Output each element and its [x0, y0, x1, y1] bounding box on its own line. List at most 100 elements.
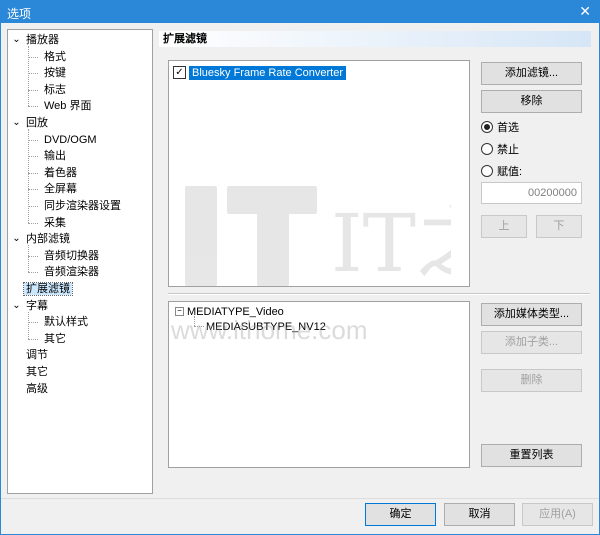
tree-item[interactable]: 全屏幕	[42, 181, 79, 197]
filter-list[interactable]: ✓ Bluesky Frame Rate Converter	[168, 60, 470, 287]
tree-item-label: 其它	[26, 366, 48, 378]
tree-line	[28, 73, 38, 75]
tree-item-label: 采集	[44, 216, 66, 229]
tree-item-label: Web 界面	[44, 100, 92, 113]
tree-item[interactable]: DVD/OGM	[42, 132, 99, 148]
tree-line	[28, 338, 38, 340]
radio-block-label: 禁止	[497, 144, 519, 156]
add-filter-button[interactable]: 添加滤镜...	[481, 62, 582, 85]
radio-prefer-dot[interactable]	[481, 121, 493, 134]
tree-item[interactable]: 格式	[42, 49, 68, 65]
tree-item-label: 音频渲染器	[44, 266, 99, 279]
tree-item[interactable]: 默认样式	[42, 314, 90, 330]
tree-item[interactable]: 输出	[42, 148, 68, 164]
expand-chevron-icon[interactable]: ⌄	[12, 300, 21, 310]
media-type-label: MEDIATYPE_Video	[187, 306, 284, 318]
tree-line	[28, 311, 29, 339]
filter-label: Bluesky Frame Rate Converter	[189, 66, 346, 80]
radio-block[interactable]: 禁止	[481, 142, 519, 158]
tree-item[interactable]: 同步渲染器设置	[42, 198, 123, 214]
tree-item[interactable]: 音频渲染器	[42, 264, 101, 280]
tree-line	[194, 326, 204, 327]
collapse-icon[interactable]: −	[175, 306, 184, 316]
expand-chevron-icon[interactable]: ⌄	[12, 118, 21, 128]
tree-item-label: 默认样式	[44, 316, 88, 329]
footer-divider	[1, 498, 599, 499]
close-icon[interactable]: ✕	[579, 3, 591, 20]
divider	[168, 293, 590, 295]
tree-item-label: 按键	[44, 67, 66, 80]
tree-item-label: 格式	[44, 50, 66, 63]
cancel-button[interactable]: 取消	[444, 503, 515, 526]
merit-value-field[interactable]: 00200000	[481, 182, 582, 204]
tree-item[interactable]: 其它	[42, 331, 68, 347]
apply-button[interactable]: 应用(A)	[522, 503, 593, 526]
tree-item[interactable]: 音频切换器	[42, 248, 101, 264]
tree-item[interactable]: 其它	[24, 364, 50, 380]
delete-button[interactable]: 删除	[481, 369, 582, 392]
add-media-type-button[interactable]: 添加媒体类型...	[481, 303, 582, 326]
tree-item-label: 标志	[44, 83, 66, 96]
tree-line	[28, 46, 29, 107]
expand-chevron-icon[interactable]: ⌄	[12, 35, 21, 45]
filter-checkbox[interactable]: ✓	[173, 65, 186, 79]
options-tree[interactable]: 播放器 ⌄ 格式按键标志 Web 界面回放 ⌄ DVD/OGM 输出着色器全屏幕同步渲染器设…	[7, 29, 153, 494]
add-subtype-button[interactable]: 添加子类...	[481, 331, 582, 354]
tree-item[interactable]: 标志	[42, 82, 68, 98]
tree-item[interactable]: 高级	[24, 381, 50, 397]
tree-item-label: 扩展滤镜	[23, 282, 73, 296]
tree-item-label: 内部滤镜	[26, 233, 70, 246]
tree-line	[28, 172, 38, 174]
tree-line	[28, 106, 38, 108]
window-title: 选项	[7, 7, 32, 21]
radio-merit-label: 赋值:	[497, 166, 523, 178]
tree-item[interactable]: 内部滤镜	[24, 231, 72, 247]
tree-line	[28, 139, 38, 141]
tree-item-label: DVD/OGM	[44, 133, 97, 146]
radio-block-dot[interactable]	[481, 143, 493, 156]
tree-item-label: 其它	[44, 332, 66, 345]
tree-item[interactable]: 扩展滤镜	[23, 281, 73, 297]
tree-line	[28, 89, 38, 91]
tree-line	[28, 255, 38, 257]
tree-item-label: 播放器	[26, 34, 59, 46]
ok-button[interactable]: 确定	[365, 503, 436, 526]
remove-button[interactable]: 移除	[481, 90, 582, 113]
tree-item-label: 高级	[26, 382, 48, 395]
media-subtype-node[interactable]: MEDIASUBTYPE_NV12	[206, 319, 326, 335]
tree-item[interactable]: 播放器	[24, 32, 61, 48]
tree-line	[28, 156, 38, 158]
tree-item-label: 着色器	[44, 166, 77, 179]
tree-item-label: 字幕	[26, 299, 48, 312]
tree-item-label: 输出	[44, 150, 66, 163]
reset-list-button[interactable]: 重置列表	[481, 444, 582, 467]
radio-prefer[interactable]: 首选	[481, 120, 519, 136]
title-bar: 选项 ✕	[1, 1, 599, 23]
tree-item[interactable]: 着色器	[42, 165, 79, 181]
media-type-tree[interactable]: − MEDIATYPE_Video MEDIASUBTYPE_NV12	[168, 301, 470, 468]
tree-line	[28, 272, 38, 274]
tree-item[interactable]: Web 界面	[42, 98, 93, 114]
tree-item-label: 全屏幕	[44, 183, 77, 196]
tree-line	[28, 129, 29, 223]
filter-list-item[interactable]: ✓ Bluesky Frame Rate Converter	[173, 65, 346, 81]
options-dialog: 选项 ✕ 播放器 ⌄ 格式按键标志 Web 界面回放 ⌄ DVD/OGM 输出着色器全屏幕同…	[0, 0, 600, 535]
tree-item-label: 同步渲染器设置	[44, 200, 121, 212]
radio-merit[interactable]: 赋值:	[481, 164, 522, 180]
tree-line	[28, 222, 38, 224]
media-type-node[interactable]: − MEDIATYPE_Video	[175, 304, 284, 320]
move-down-button[interactable]: 下	[536, 215, 582, 238]
radio-merit-dot[interactable]	[481, 165, 493, 178]
tree-item-label: 回放	[26, 117, 48, 129]
tree-line	[28, 322, 38, 324]
tree-item[interactable]: 采集	[42, 215, 68, 231]
tree-item-label: 调节	[26, 349, 48, 362]
tree-item[interactable]: 调节	[24, 347, 50, 363]
radio-prefer-label: 首选	[497, 122, 519, 134]
tree-line	[28, 245, 29, 273]
move-up-button[interactable]: 上	[481, 215, 527, 238]
tree-line	[28, 206, 38, 207]
expand-chevron-icon[interactable]: ⌄	[12, 234, 21, 244]
tree-line	[28, 56, 38, 58]
tree-item[interactable]: 按键	[42, 65, 68, 81]
